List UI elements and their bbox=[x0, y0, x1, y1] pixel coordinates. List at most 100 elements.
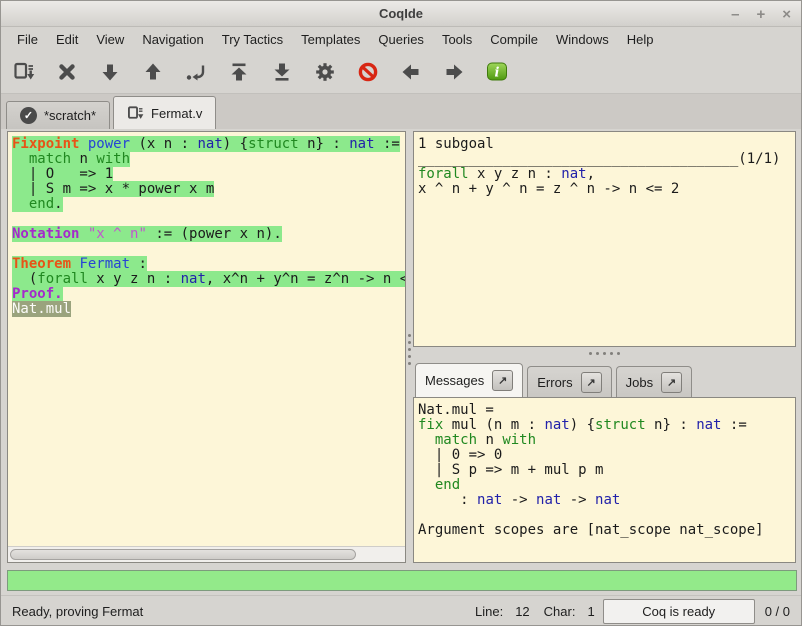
window-controls: – + × bbox=[731, 1, 791, 27]
menu-try-tactics[interactable]: Try Tactics bbox=[213, 29, 292, 50]
go-to-start-button[interactable] bbox=[224, 57, 254, 87]
line-label: Line: bbox=[475, 604, 503, 619]
menu-compile[interactable]: Compile bbox=[481, 29, 547, 50]
detach-errors-button[interactable]: ↗ bbox=[581, 372, 602, 393]
step-backward-button[interactable] bbox=[138, 57, 168, 87]
tab-messages-label: Messages bbox=[425, 373, 484, 388]
detach-icon: ↗ bbox=[667, 376, 676, 389]
forward-icon bbox=[443, 61, 465, 83]
goals-view: 1 subgoal_______________________________… bbox=[413, 131, 796, 347]
scrollbar-thumb[interactable] bbox=[10, 549, 356, 560]
code-line: (forall x y z n : nat, x^n + y^n = z^n -… bbox=[12, 272, 401, 287]
menubar: FileEditViewNavigationTry TacticsTemplat… bbox=[1, 27, 801, 51]
code-line: Proof. bbox=[12, 287, 401, 302]
close-button[interactable]: × bbox=[782, 7, 791, 22]
tab-messages[interactable]: Messages ↗ bbox=[415, 363, 523, 397]
char-label: Char: bbox=[544, 604, 576, 619]
interrupt-icon bbox=[357, 61, 379, 83]
save-button[interactable] bbox=[9, 57, 39, 87]
code-line: Nat.mul = bbox=[418, 403, 791, 418]
menu-edit[interactable]: Edit bbox=[47, 29, 87, 50]
save-icon bbox=[13, 61, 35, 83]
minimize-button[interactable]: – bbox=[731, 7, 739, 22]
save-icon bbox=[127, 105, 144, 122]
titlebar[interactable]: CoqIde – + × bbox=[1, 1, 801, 27]
go-to-end-button[interactable] bbox=[267, 57, 297, 87]
menu-windows[interactable]: Windows bbox=[547, 29, 618, 50]
code-line: Argument scopes are [nat_scope nat_scope… bbox=[418, 523, 791, 538]
vertical-splitter[interactable] bbox=[406, 129, 413, 569]
code-line: fix mul (n m : nat) {struct n} : nat := bbox=[418, 418, 791, 433]
forward-button[interactable] bbox=[439, 57, 469, 87]
code-line: | S m => x * power x m bbox=[12, 182, 401, 197]
code-line: | O => 1 bbox=[12, 167, 401, 182]
preferences-button[interactable] bbox=[310, 57, 340, 87]
code-line: x ^ n + y ^ n = z ^ n -> n <= 2 bbox=[418, 182, 791, 197]
svg-text:i: i bbox=[495, 66, 500, 81]
go-to-end-icon bbox=[271, 61, 293, 83]
tab-fermat-label: Fermat.v bbox=[151, 106, 202, 121]
tab-scratch-label: *scratch* bbox=[44, 108, 96, 123]
horizontal-splitter[interactable] bbox=[413, 347, 796, 359]
detach-messages-button[interactable]: ↗ bbox=[492, 370, 513, 391]
menu-file[interactable]: File bbox=[8, 29, 47, 50]
line-value: 12 bbox=[515, 604, 529, 619]
menu-queries[interactable]: Queries bbox=[369, 29, 433, 50]
code-line: Nat.mul bbox=[12, 302, 401, 317]
window-title: CoqIde bbox=[379, 6, 423, 21]
step-backward-icon bbox=[142, 61, 164, 83]
detach-jobs-button[interactable]: ↗ bbox=[661, 372, 682, 393]
messages-view: Nat.mul =fix mul (n m : nat) {struct n} … bbox=[413, 397, 796, 563]
interrupt-button[interactable] bbox=[353, 57, 383, 87]
tab-scratch[interactable]: ✓ *scratch* bbox=[6, 101, 110, 129]
menu-navigation[interactable]: Navigation bbox=[133, 29, 212, 50]
detach-icon: ↗ bbox=[587, 376, 596, 389]
code-line bbox=[418, 508, 791, 523]
code-line bbox=[12, 212, 401, 227]
menu-help[interactable]: Help bbox=[618, 29, 663, 50]
maximize-button[interactable]: + bbox=[756, 7, 765, 22]
toolbar: i bbox=[1, 51, 801, 93]
script-editor[interactable]: Fixpoint power (x n : nat) {struct n} : … bbox=[8, 132, 405, 546]
detach-icon: ↗ bbox=[498, 374, 507, 387]
tab-fermat[interactable]: Fermat.v bbox=[113, 96, 216, 129]
code-line: Fixpoint power (x n : nat) {struct n} : … bbox=[12, 137, 401, 152]
code-line: 1 subgoal bbox=[418, 137, 791, 152]
stop-icon bbox=[56, 61, 78, 83]
code-line: end bbox=[418, 478, 791, 493]
about-button[interactable]: i bbox=[482, 57, 512, 87]
char-value: 1 bbox=[587, 604, 594, 619]
tab-jobs-label: Jobs bbox=[626, 375, 653, 390]
menu-view[interactable]: View bbox=[87, 29, 133, 50]
code-line: Theorem Fermat : bbox=[12, 257, 401, 272]
preferences-gear-icon bbox=[314, 61, 336, 83]
menu-templates[interactable]: Templates bbox=[292, 29, 369, 50]
tab-jobs[interactable]: Jobs ↗ bbox=[616, 366, 692, 397]
tab-errors[interactable]: Errors ↗ bbox=[527, 366, 611, 397]
status-right-cluster: Line: 12 Char: 1 Coq is ready 0 / 0 bbox=[461, 599, 790, 624]
code-line: | S p => m + mul p m bbox=[418, 463, 791, 478]
status-message: Ready, proving Fermat bbox=[12, 604, 461, 619]
editor-horizontal-scrollbar[interactable] bbox=[8, 546, 405, 562]
code-line: ______________________________________(1… bbox=[418, 152, 791, 167]
code-line: end. bbox=[12, 197, 401, 212]
tab-errors-label: Errors bbox=[537, 375, 572, 390]
step-forward-icon bbox=[99, 61, 121, 83]
statusbar: Ready, proving Fermat Line: 12 Char: 1 C… bbox=[1, 595, 801, 626]
back-button[interactable] bbox=[396, 57, 426, 87]
code-line: Notation "x ^ n" := (power x n). bbox=[12, 227, 401, 242]
task-counter: 0 / 0 bbox=[765, 604, 790, 619]
code-line: : nat -> nat -> nat bbox=[418, 493, 791, 508]
back-icon bbox=[400, 61, 422, 83]
step-forward-button[interactable] bbox=[95, 57, 125, 87]
code-line bbox=[12, 242, 401, 257]
stop-button[interactable] bbox=[52, 57, 82, 87]
code-line: forall x y z n : nat, bbox=[418, 167, 791, 182]
go-to-cursor-icon bbox=[185, 61, 207, 83]
script-editor-panel: Fixpoint power (x n : nat) {struct n} : … bbox=[7, 131, 406, 563]
go-to-cursor-button[interactable] bbox=[181, 57, 211, 87]
coqide-window: CoqIde – + × FileEditViewNavigationTry T… bbox=[0, 0, 802, 626]
go-to-start-icon bbox=[228, 61, 250, 83]
code-line: match n with bbox=[12, 152, 401, 167]
menu-tools[interactable]: Tools bbox=[433, 29, 481, 50]
